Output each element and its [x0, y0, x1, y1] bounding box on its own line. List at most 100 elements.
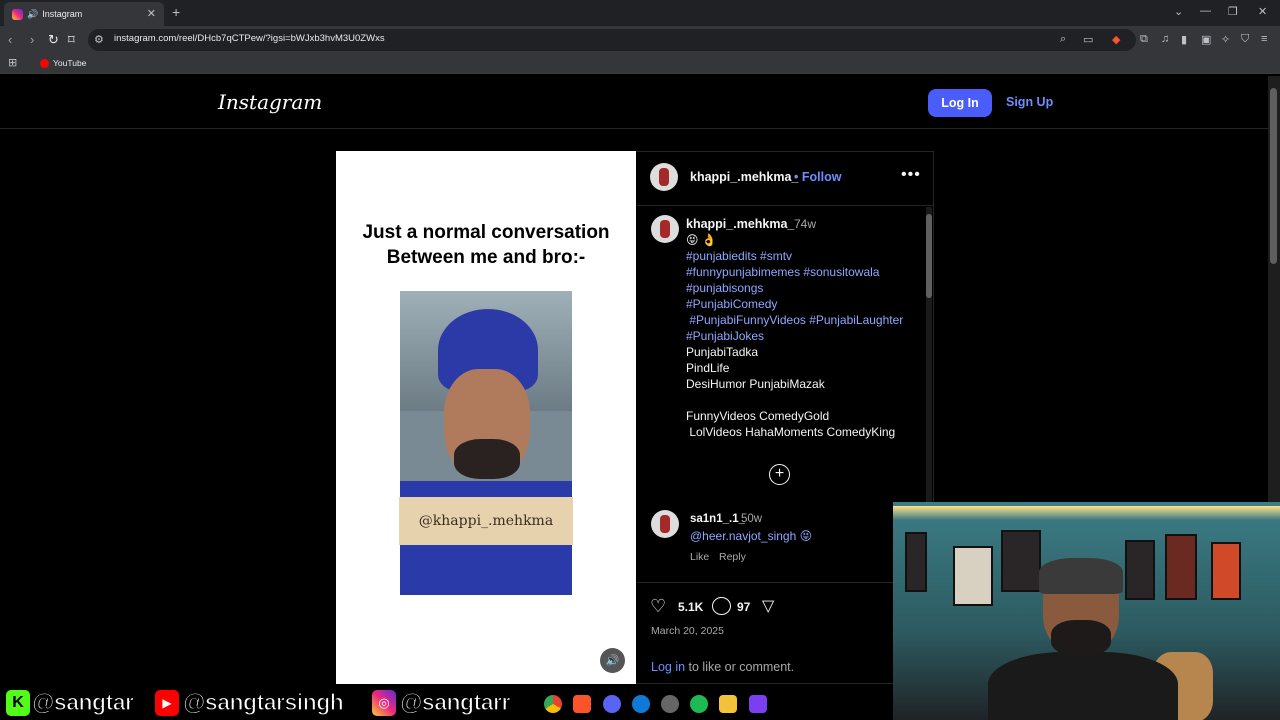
wall-poster	[905, 532, 927, 592]
log-in-link[interactable]: Log in	[651, 660, 685, 674]
forward-arrow-icon[interactable]: ›	[30, 32, 34, 47]
bookmarks-bar	[0, 54, 1280, 74]
follow-button[interactable]: • Follow	[794, 170, 841, 184]
speaker-icon: 🔊	[605, 655, 620, 667]
extensions-icon[interactable]: ⧉	[1140, 33, 1148, 46]
share-icon[interactable]: ▽	[762, 596, 774, 616]
youtube-icon: ▶	[155, 690, 179, 716]
avatar[interactable]	[651, 510, 679, 538]
caption-hashtag-line[interactable]: #punjabisongs	[686, 280, 763, 296]
instagram-handle: @sangtarr	[399, 688, 511, 715]
comment-count: 97	[737, 600, 751, 614]
streamer-beard	[1051, 620, 1111, 656]
music-icon[interactable]: ♫	[1161, 33, 1169, 45]
brave-taskbar-icon[interactable]	[573, 695, 591, 713]
avatar[interactable]	[651, 215, 679, 243]
post-date: March 20, 2025	[651, 625, 724, 637]
caption-username[interactable]: khappi_.mehkma_	[686, 217, 794, 231]
caption-text-line: DesiHumor PunjabiMazak	[686, 377, 825, 391]
browser-tab-instagram[interactable]: 🔊 Instagram ✕	[4, 2, 164, 26]
tab-search-icon[interactable]: ⌄	[1174, 5, 1183, 18]
brave-shield-icon[interactable]: ◆	[1112, 33, 1120, 46]
caption-hashtag-line[interactable]: #PunjabiJokes	[686, 328, 764, 344]
comments-scrollbar-thumb[interactable]	[926, 214, 932, 298]
zoom-icon[interactable]: ⌕	[1060, 33, 1066, 46]
reel-overlay-caption: Just a normal conversation Between me an…	[336, 220, 636, 270]
more-options-icon[interactable]: •••	[901, 166, 921, 184]
comment-icon[interactable]	[712, 597, 731, 615]
wall-poster	[1165, 534, 1197, 600]
divider	[637, 205, 934, 206]
caption-text-line: LolVideos HahaMoments ComedyKing	[686, 425, 896, 439]
url-text[interactable]: instagram.com/reel/DHcb7qCTPew/?igsi=bWJ…	[114, 33, 385, 44]
wall-poster	[1125, 540, 1155, 600]
youtube-icon	[40, 59, 49, 68]
wall-poster	[1001, 530, 1041, 592]
file-explorer-taskbar-icon[interactable]	[719, 695, 737, 713]
edge-taskbar-icon[interactable]	[632, 695, 650, 713]
caption-hashtag-line[interactable]: #punjabiedits #smtv	[686, 248, 792, 264]
caption-hashtag-line[interactable]: #PunjabiFunnyVideos #PunjabiLaughter	[686, 312, 903, 328]
page-scrollbar-thumb[interactable]	[1270, 88, 1277, 264]
post-username[interactable]: khappi_.mehkma_	[690, 170, 798, 184]
window-close-button[interactable]: ✕	[1258, 5, 1267, 18]
caption-hashtag-line[interactable]: #PunjabiComedy	[686, 296, 777, 312]
bookmark-youtube[interactable]: YouTube	[53, 58, 86, 68]
chrome-taskbar-icon[interactable]	[544, 695, 562, 713]
reel-video-frame[interactable]	[400, 291, 572, 595]
comment-username[interactable]: sa1n1_.1_	[690, 513, 745, 525]
reel-caption-line2: Between me and bro:-	[386, 247, 586, 268]
speaker-icon[interactable]: 🔊	[27, 9, 38, 20]
reel-caption-line1: Just a normal conversation	[362, 222, 610, 243]
minimize-button[interactable]: —	[1200, 5, 1211, 17]
leo-ai-icon[interactable]: ✧	[1221, 33, 1230, 46]
caption-emoji: 😝 👌	[686, 233, 717, 247]
cast-icon[interactable]: ▭	[1083, 33, 1093, 46]
youtube-handle: @sangtarsingh	[182, 688, 344, 715]
comment-reply-button[interactable]: Reply	[719, 551, 746, 563]
caption-text-line: PunjabiTadka	[686, 345, 759, 359]
instagram-header	[0, 76, 1268, 129]
log-in-button[interactable]: Log In	[928, 89, 992, 117]
webcam-overlay	[893, 502, 1280, 720]
login-prompt-suffix: to like or comment.	[685, 660, 795, 674]
caption-hashtag-line[interactable]: #funnypunjabimemes #sonusitowala	[686, 264, 879, 280]
reel-watermark: @khappi_.mehkma	[399, 497, 573, 545]
sign-up-link[interactable]: Sign Up	[1006, 95, 1053, 109]
load-more-comments-icon[interactable]: +	[769, 464, 790, 485]
instagram-icon: ◎	[372, 690, 396, 716]
app-taskbar-icon[interactable]	[749, 695, 767, 713]
bookmark-icon[interactable]: ⌑	[68, 32, 75, 48]
heart-icon[interactable]: ♡	[650, 596, 666, 617]
vpn-icon[interactable]: ⛉	[1241, 33, 1249, 46]
comment-like-button[interactable]: Like	[690, 551, 709, 563]
apps-grid-icon[interactable]: ⊞	[8, 56, 17, 69]
divider	[637, 582, 934, 583]
login-prompt: Log in to like or comment.	[651, 660, 794, 674]
restore-button[interactable]: ❐	[1228, 5, 1238, 18]
back-arrow-icon[interactable]: ‹	[8, 32, 12, 47]
avatar[interactable]	[650, 163, 678, 191]
like-count[interactable]: 5.1K	[678, 600, 703, 614]
discord-taskbar-icon[interactable]	[603, 695, 621, 713]
site-info-icon[interactable]: ⚙	[94, 33, 104, 46]
wallet-icon[interactable]: ▣	[1201, 33, 1211, 46]
tab-close-icon[interactable]: ✕	[147, 7, 156, 20]
menu-icon[interactable]: ≡	[1261, 33, 1267, 45]
reload-icon[interactable]: ↻	[48, 32, 59, 48]
instagram-logo[interactable]: Instagram	[218, 90, 322, 114]
caption-timestamp: 74w	[794, 217, 817, 231]
audio-toggle-button[interactable]: 🔊	[600, 648, 625, 673]
new-tab-button[interactable]: +	[172, 4, 180, 20]
caption-text-line: FunnyVideos ComedyGold	[686, 409, 830, 423]
comment-timestamp: 50w	[741, 513, 763, 525]
spotify-taskbar-icon[interactable]	[690, 695, 708, 713]
kick-icon: K	[6, 690, 30, 716]
wall-poster	[953, 546, 993, 606]
wall-poster	[1211, 542, 1241, 600]
comment-text[interactable]: @heer.navjot_singh 😝	[690, 529, 812, 543]
openai-taskbar-icon[interactable]	[661, 695, 679, 713]
caption-text-line: PindLife	[686, 361, 730, 375]
sidebar-icon[interactable]: ▮	[1181, 33, 1187, 46]
tab-title: Instagram	[42, 9, 83, 19]
